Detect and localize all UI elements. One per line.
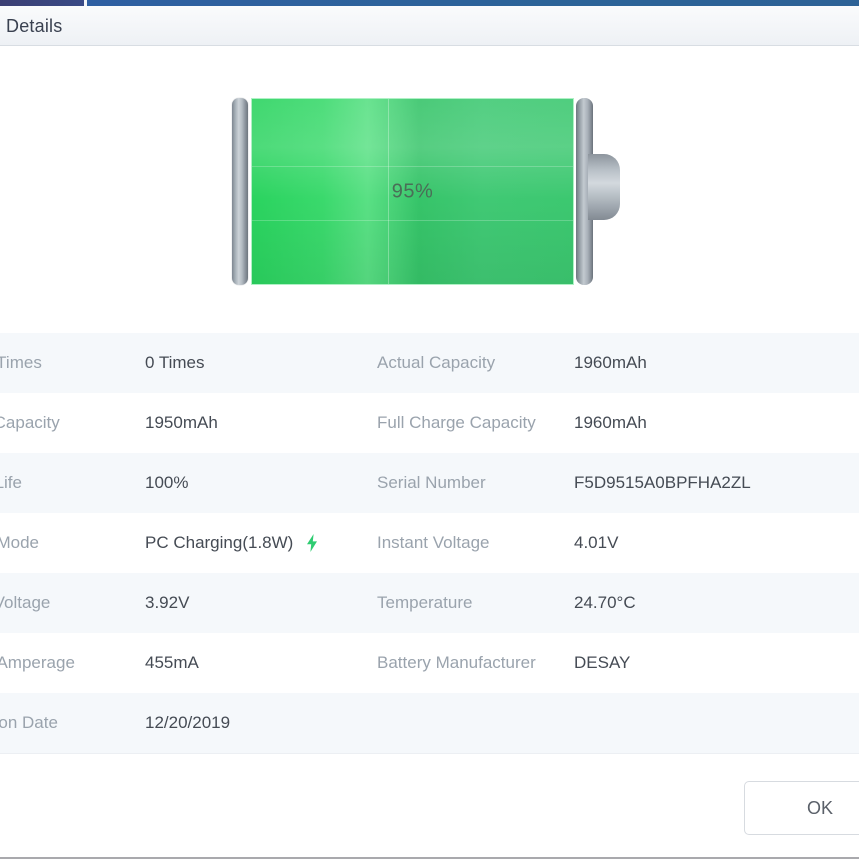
row-label-left: Charge Mode — [0, 533, 40, 552]
tab-bar: Details — [0, 6, 859, 46]
charging-bolt-icon — [305, 534, 319, 552]
table-row: Battery Life 100% Serial Number F5D9515A0BP… — [0, 453, 859, 513]
row-label-right: Temperature — [377, 593, 473, 612]
row-value-right: 1960mAh — [574, 413, 647, 432]
row-label-right: Full Charge Capacity — [377, 413, 536, 432]
battery-fill-seam-top — [252, 166, 573, 167]
row-label-left: Battery Life — [0, 473, 22, 492]
table-row: Charge Mode PC Charging(1.8W) Instant Volt… — [0, 513, 859, 573]
row-value-left: 455mA — [145, 653, 199, 672]
row-value-left: 12/20/2019 — [145, 713, 231, 732]
battery-percent-label: 95% — [391, 180, 434, 202]
table-row: Design Capacity 1950mAh Full Charge Capaci… — [0, 393, 859, 453]
row-label-left: Charge Times — [0, 353, 42, 372]
battery-info-table: Charge Times 0 Times Actual Capacity 1960mA… — [0, 333, 859, 753]
row-value-left: 3.92V — [145, 593, 190, 612]
row-label-left: Production Date — [0, 713, 58, 732]
tab-details-label: Details — [6, 15, 63, 36]
row-label-right: Instant Voltage — [377, 533, 490, 552]
table-row: Charge Times 0 Times Actual Capacity 1960mA… — [0, 333, 859, 393]
battery-icon: 95% — [232, 98, 624, 285]
tab-details[interactable]: Details — [0, 6, 80, 46]
battery-charge-fill: 95% — [252, 99, 573, 284]
dialog-footer: OK — [0, 753, 859, 857]
row-label-right: Actual Capacity — [377, 353, 496, 372]
row-label-left: Design Capacity — [0, 413, 60, 432]
row-value-left: 100% — [145, 473, 189, 492]
row-value-left: 0 Times — [145, 353, 205, 372]
row-label-right: Serial Number — [377, 473, 486, 492]
battery-cap-left-icon — [232, 98, 248, 285]
row-label-right: Battery Manufacturer — [377, 653, 536, 672]
row-value-right: F5D9515A0BPFHA2ZL — [574, 473, 751, 492]
battery-terminal-icon — [588, 154, 620, 220]
row-label-left: Design Voltage — [0, 593, 51, 612]
table-row: Design Voltage 3.92V Temperature 24.70°C — [0, 573, 859, 633]
table-row: Production Date 12/20/2019 — [0, 693, 859, 753]
row-value-right: 4.01V — [574, 533, 619, 552]
row-label-left: Current Amperage — [0, 653, 75, 672]
row-value-left: PC Charging(1.8W) — [145, 513, 319, 573]
row-value-right: 24.70°C — [574, 593, 636, 612]
battery-illustration-area: 95% — [0, 47, 859, 325]
table-row: Current Amperage 455mA Battery Manufacture… — [0, 633, 859, 693]
row-value-right: DESAY — [574, 653, 631, 672]
row-value-right: 1960mAh — [574, 353, 647, 372]
ok-button[interactable]: OK — [744, 781, 859, 835]
battery-details-window: Details 95% Charge Times 0 Times Actual Ca… — [0, 0, 859, 859]
battery-fill-seam-bottom — [252, 220, 573, 221]
row-value-left: 1950mAh — [145, 413, 218, 432]
ok-button-label: OK — [806, 797, 833, 818]
